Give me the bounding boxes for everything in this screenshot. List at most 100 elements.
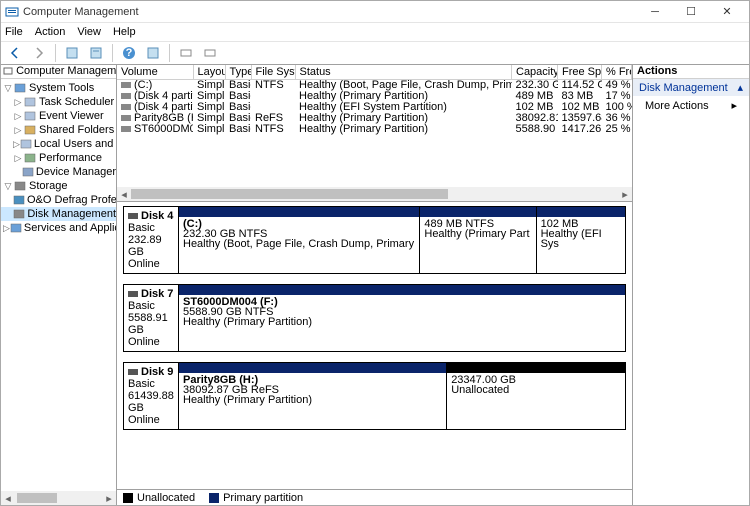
tree-item-disk-management[interactable]: Disk Management — [1, 207, 116, 221]
disk-icon — [128, 213, 138, 219]
cell-status: Healthy (Primary Partition) — [295, 124, 512, 135]
minimize-button[interactable]: ─ — [637, 2, 673, 22]
tree-pane: Computer Management (Local ▽System Tools… — [1, 65, 117, 505]
svg-text:?: ? — [126, 47, 133, 59]
menu-help[interactable]: Help — [113, 26, 136, 38]
tree-twisty-icon[interactable]: ▷ — [13, 139, 20, 150]
volume-row[interactable]: ST6000DM004 (F:)SimpleBasicNTFSHealthy (… — [117, 124, 632, 135]
volume-icon — [121, 104, 131, 110]
scroll-left-icon[interactable]: ◂ — [117, 187, 131, 201]
tree-twisty-icon[interactable]: ▷ — [13, 153, 23, 164]
column-header-status[interactable]: Status — [295, 65, 512, 80]
partition[interactable]: Parity8GB (H:)38092.87 GB ReFSHealthy (P… — [179, 362, 447, 430]
column-header-capacity[interactable]: Capacity — [512, 65, 558, 80]
legend-unallocated: Unallocated — [123, 492, 195, 504]
actions-more-actions[interactable]: More Actions ▸ — [633, 96, 749, 115]
cell-type: Basic — [225, 91, 251, 102]
tree-root[interactable]: Computer Management (Local — [1, 65, 116, 79]
cell-pct: 17 % — [602, 91, 632, 102]
volume-icon — [121, 115, 131, 121]
partition[interactable]: (C:)232.30 GB NTFSHealthy (Boot, Page Fi… — [179, 206, 420, 274]
partition[interactable]: 102 MBHealthy (EFI Sys — [537, 206, 626, 274]
volume-row[interactable]: Parity8GB (H:)SimpleBasicReFSHealthy (Pr… — [117, 113, 632, 124]
cell-layout: Simple — [193, 102, 225, 113]
chevron-right-icon: ▸ — [731, 99, 737, 112]
cell-vol: Parity8GB (H:) — [117, 113, 193, 124]
scrollbar-thumb[interactable] — [131, 189, 448, 199]
cell-free: 114.52 GB — [558, 80, 602, 92]
tree-item-icon — [23, 110, 37, 122]
tree-twisty-icon[interactable]: ▷ — [13, 111, 23, 122]
tree-twisty-icon[interactable]: ▷ — [3, 223, 10, 234]
disk-map: Disk 4Basic232.89 GBOnline(C:)232.30 GB … — [117, 202, 632, 440]
tree-item-event-viewer[interactable]: ▷Event Viewer — [1, 109, 116, 123]
disk-info-panel[interactable]: Disk 7Basic5588.91 GBOnline — [123, 284, 179, 352]
column-header-layout[interactable]: Layout — [193, 65, 225, 80]
volume-row[interactable]: (C:)SimpleBasicNTFSHealthy (Boot, Page F… — [117, 80, 632, 92]
tree-item-task-scheduler[interactable]: ▷ Task Scheduler — [1, 95, 116, 109]
toolbar-icon-2[interactable] — [86, 43, 106, 63]
volume-row[interactable]: (Disk 4 partition 2)SimpleBasicHealthy (… — [117, 91, 632, 102]
tree-item-services-and-applications[interactable]: ▷Services and Applications — [1, 221, 116, 235]
tree-item-system-tools[interactable]: ▽System Tools — [1, 81, 116, 95]
back-button[interactable] — [5, 43, 25, 63]
close-button[interactable]: ✕ — [709, 2, 745, 22]
cell-vol: (C:) — [117, 80, 193, 92]
column-header-type[interactable]: Type — [225, 65, 251, 80]
toolbar-icon-1[interactable] — [62, 43, 82, 63]
menu-action[interactable]: Action — [35, 26, 66, 38]
tree-horizontal-scrollbar[interactable]: ◂ ▸ — [1, 491, 116, 505]
tree-item-shared-folders[interactable]: ▷Shared Folders — [1, 123, 116, 137]
partition[interactable]: 23347.00 GBUnallocated — [447, 362, 626, 430]
column-header-file-system[interactable]: File System — [251, 65, 295, 80]
column-header--free[interactable]: % Free — [602, 65, 632, 80]
cell-status: Healthy (Boot, Page File, Crash Dump, Pr… — [295, 80, 512, 92]
volume-row[interactable]: (Disk 4 partition 3)SimpleBasicHealthy (… — [117, 102, 632, 113]
cell-cap: 232.30 GB — [512, 80, 558, 92]
tree-item-local-users-and-groups[interactable]: ▷Local Users and Groups — [1, 137, 116, 151]
volume-table-scrollbar[interactable]: ◂ ▸ — [117, 187, 632, 201]
partition-stripe — [537, 207, 625, 217]
tree-item-storage[interactable]: ▽Storage — [1, 179, 116, 193]
column-header-free-space[interactable]: Free Space — [558, 65, 602, 80]
tree-twisty-icon[interactable]: ▽ — [3, 83, 13, 94]
disk-block: Disk 4Basic232.89 GBOnline(C:)232.30 GB … — [123, 206, 626, 274]
menu-view[interactable]: View — [77, 26, 101, 38]
scroll-right-icon[interactable]: ▸ — [618, 187, 632, 201]
tree-twisty-icon[interactable]: ▷ — [13, 125, 23, 136]
tree-item-icon — [23, 96, 37, 108]
partition-stripe — [179, 285, 625, 295]
maximize-button[interactable]: ☐ — [673, 2, 709, 22]
toolbar-icon-5[interactable] — [200, 43, 220, 63]
tree-item-label: Device Manager — [36, 166, 116, 178]
actions-section-disk-management[interactable]: Disk Management ▴ — [633, 79, 749, 96]
help-button[interactable]: ? — [119, 43, 139, 63]
cell-cap: 102 MB — [512, 102, 558, 113]
toolbar: ? — [1, 41, 749, 65]
tree-twisty-icon[interactable]: ▷ — [13, 97, 23, 108]
tree-item-label: Task Scheduler — [39, 96, 114, 108]
title-bar: Computer Management ─ ☐ ✕ — [1, 1, 749, 23]
disk-info-panel[interactable]: Disk 4Basic232.89 GBOnline — [123, 206, 179, 274]
tree-item-performance[interactable]: ▷Performance — [1, 151, 116, 165]
cell-free: 13597.68 GB — [558, 113, 602, 124]
scroll-right-icon[interactable]: ▸ — [102, 491, 116, 505]
toolbar-icon-3[interactable] — [143, 43, 163, 63]
cell-status: Healthy (Primary Partition) — [295, 113, 512, 124]
column-header-volume[interactable]: Volume — [117, 65, 193, 80]
scroll-left-icon[interactable]: ◂ — [1, 491, 15, 505]
cell-pct: 25 % — [602, 124, 632, 135]
tree-item-o-o-defrag-profession[interactable]: O&O Defrag Profession — [1, 193, 116, 207]
partition[interactable]: ST6000DM004 (F:)5588.90 GB NTFSHealthy (… — [179, 284, 626, 352]
cell-cap: 5588.90 GB — [512, 124, 558, 135]
menu-file[interactable]: File — [5, 26, 23, 38]
partition[interactable]: 489 MB NTFSHealthy (Primary Part — [420, 206, 536, 274]
disk-info-panel[interactable]: Disk 9Basic61439.88 GBOnline — [123, 362, 179, 430]
toolbar-icon-4[interactable] — [176, 43, 196, 63]
forward-button[interactable] — [29, 43, 49, 63]
cell-layout: Simple — [193, 124, 225, 135]
tree-item-device-manager[interactable]: Device Manager — [1, 165, 116, 179]
scrollbar-thumb[interactable] — [17, 493, 57, 503]
tree-item-icon — [13, 208, 25, 220]
tree-twisty-icon[interactable]: ▽ — [3, 181, 13, 192]
